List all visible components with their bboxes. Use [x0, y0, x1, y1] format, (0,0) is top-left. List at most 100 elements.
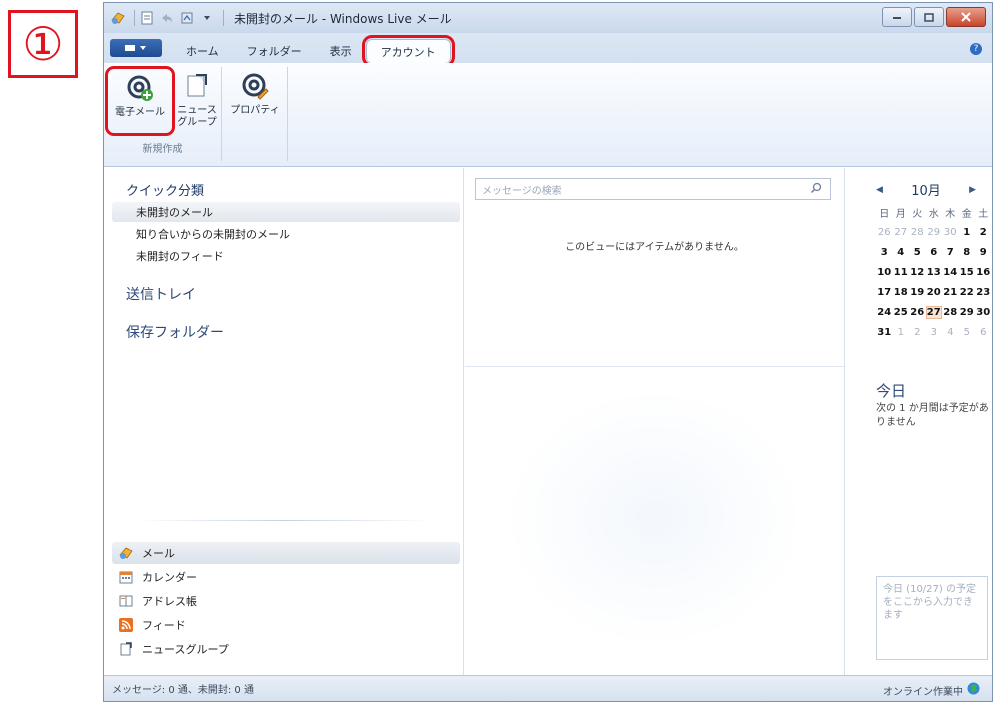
next-month-arrow-icon[interactable]: ▶ — [969, 185, 976, 195]
nav-item-address-book[interactable]: アドレス帳 — [112, 590, 460, 612]
quick-item-unread-mail[interactable]: 未開封のメール — [112, 202, 460, 222]
previous-month-arrow-icon[interactable]: ◀ — [876, 185, 883, 195]
windows-live-mail-app-icon[interactable] — [110, 10, 126, 26]
calendar-day[interactable]: 17 — [876, 287, 893, 298]
calendar-day[interactable]: 31 — [876, 327, 893, 338]
calendar-day[interactable]: 29 — [959, 307, 976, 318]
today-heading[interactable]: 今日 — [876, 380, 906, 401]
quick-item-unread-feeds[interactable]: 未開封のフィード — [112, 246, 460, 266]
calendar-day[interactable]: 8 — [959, 247, 976, 258]
calendar-day[interactable]: 27 — [893, 227, 910, 238]
nav-item-label: フィード — [142, 619, 186, 632]
calendar-day[interactable]: 30 — [942, 227, 959, 238]
calendar-day[interactable]: 5 — [909, 247, 926, 258]
quick-views-heading[interactable]: クイック分類 — [126, 180, 204, 199]
calendar-day[interactable]: 25 — [893, 307, 910, 318]
calendar-week-row: 17 18 19 20 21 22 23 — [876, 282, 992, 302]
message-count-status: メッセージ: 0 通、未開封: 0 通 — [112, 685, 254, 696]
calendar-day[interactable]: 1 — [893, 327, 910, 338]
minimize-button[interactable] — [882, 7, 912, 27]
reply-qat-icon[interactable] — [159, 10, 175, 26]
weekday-label: 土 — [978, 208, 989, 220]
search-icon[interactable] — [810, 182, 822, 197]
close-button[interactable] — [946, 7, 986, 27]
calendar-pane: ◀ 10月 ▶ 日 月 火 水 木 金 土 26 27 28 29 30 1 2 — [846, 168, 992, 676]
calendar-day[interactable]: 7 — [942, 247, 959, 258]
search-placeholder: メッセージの検索 — [482, 185, 562, 197]
calendar-icon — [118, 569, 134, 585]
calendar-day[interactable]: 28 — [909, 227, 926, 238]
calendar-day[interactable]: 2 — [909, 327, 926, 338]
calendar-day[interactable]: 22 — [959, 287, 976, 298]
calendar-day[interactable]: 4 — [893, 247, 910, 258]
calendar-day[interactable]: 24 — [876, 307, 893, 318]
calendar-day[interactable]: 21 — [942, 287, 959, 298]
calendar-day[interactable]: 19 — [909, 287, 926, 298]
quick-add-event-input[interactable]: 今日 (10/27) の予定をここから入力できます — [876, 576, 988, 660]
calendar-day[interactable]: 29 — [926, 227, 943, 238]
calendar-day[interactable]: 4 — [942, 327, 959, 338]
new-message-qat-icon[interactable] — [139, 10, 155, 26]
calendar-month-header: ◀ 10月 ▶ — [876, 180, 976, 199]
calendar-day[interactable]: 10 — [876, 267, 893, 278]
tab-view[interactable]: 表示 — [316, 39, 366, 63]
window-title: 未開封のメール - Windows Live メール — [234, 11, 452, 26]
email-account-button[interactable]: 電子メール — [105, 66, 175, 136]
calendar-day[interactable]: 13 — [926, 267, 943, 278]
calendar-day[interactable]: 3 — [926, 327, 943, 338]
calendar-day[interactable]: 20 — [926, 287, 943, 298]
calendar-day[interactable]: 30 — [975, 307, 992, 318]
properties-icon — [238, 69, 272, 103]
status-bar: メッセージ: 0 通、未開封: 0 通 オンライン作業中 — [104, 675, 992, 701]
reading-pane-divider[interactable] — [465, 366, 844, 367]
windows-live-mail-window: 未開封のメール - Windows Live メール ホーム フォルダー 表示 … — [103, 2, 993, 702]
nav-item-calendar[interactable]: カレンダー — [112, 566, 460, 588]
calendar-day[interactable]: 18 — [893, 287, 910, 298]
online-status[interactable]: オンライン作業中 — [883, 682, 980, 698]
calendar-day[interactable]: 6 — [926, 247, 943, 258]
tab-folder[interactable]: フォルダー — [233, 39, 316, 63]
calendar-day[interactable]: 14 — [942, 267, 959, 278]
message-search-input[interactable]: メッセージの検索 — [475, 178, 831, 200]
newsgroup-button[interactable]: ニュース グループ — [176, 69, 218, 129]
quick-item-unread-from-contacts[interactable]: 知り合いからの未開封のメール — [112, 224, 460, 244]
maximize-icon — [924, 12, 934, 22]
calendar-day[interactable]: 15 — [959, 267, 976, 278]
tab-account[interactable]: アカウント — [361, 35, 455, 67]
calendar-day[interactable]: 23 — [975, 287, 992, 298]
nav-item-mail[interactable]: メール — [112, 542, 460, 564]
calendar-day[interactable]: 2 — [975, 227, 992, 238]
calendar-day[interactable]: 1 — [959, 227, 976, 238]
calendar-day[interactable]: 9 — [975, 247, 992, 258]
calendar-day[interactable]: 11 — [893, 267, 910, 278]
title-bar: 未開封のメール - Windows Live メール — [104, 3, 992, 33]
calendar-day[interactable]: 6 — [975, 327, 992, 338]
weekday-label: 月 — [895, 208, 906, 220]
nav-item-label: メール — [142, 547, 175, 560]
calendar-day[interactable]: 28 — [942, 307, 959, 318]
storage-folders[interactable]: 保存フォルダー — [126, 322, 224, 342]
message-list-pane: メッセージの検索 このビューにはアイテムがありません。 — [465, 168, 845, 676]
properties-button[interactable]: プロパティ — [228, 69, 282, 117]
app-menu-button[interactable] — [110, 39, 162, 57]
qat-dropdown-icon[interactable] — [199, 10, 215, 26]
send-receive-qat-icon[interactable] — [179, 10, 195, 26]
calendar-day[interactable]: 16 — [975, 267, 992, 278]
calendar-day[interactable]: 5 — [959, 327, 976, 338]
calendar-day[interactable]: 3 — [876, 247, 893, 258]
online-globe-icon — [967, 682, 980, 698]
calendar-day-today[interactable]: 27 — [925, 305, 942, 319]
calendar-day[interactable]: 12 — [909, 267, 926, 278]
outbox-folder[interactable]: 送信トレイ — [126, 284, 196, 304]
address-book-icon — [118, 593, 134, 609]
help-icon[interactable]: ? — [970, 43, 982, 55]
nav-item-newsgroups[interactable]: ニュースグループ — [112, 638, 460, 660]
calendar-day[interactable]: 26 — [876, 227, 893, 238]
mini-calendar-grid: 日 月 火 水 木 金 土 26 27 28 29 30 1 2 3 4 5 6… — [876, 202, 992, 342]
calendar-week-row: 3 4 5 6 7 8 9 — [876, 242, 992, 262]
nav-item-feeds[interactable]: フィード — [112, 614, 460, 636]
close-icon — [961, 12, 971, 22]
tab-home[interactable]: ホーム — [172, 39, 233, 63]
maximize-button[interactable] — [914, 7, 944, 27]
calendar-day[interactable]: 26 — [909, 307, 926, 318]
